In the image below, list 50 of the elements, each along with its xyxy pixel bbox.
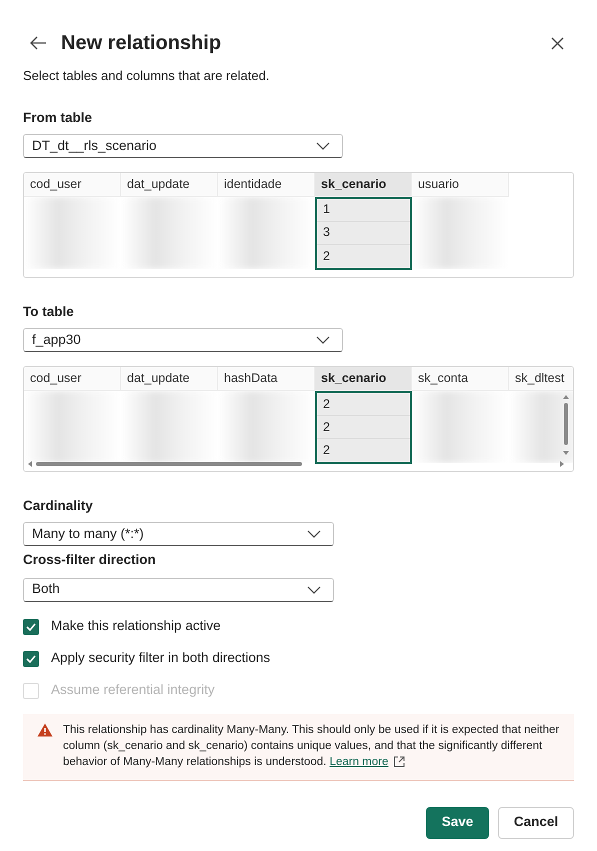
cancel-button[interactable]: Cancel bbox=[498, 806, 574, 838]
checkmark-icon bbox=[26, 654, 36, 662]
chevron-down-icon bbox=[307, 530, 321, 538]
external-link-icon bbox=[393, 756, 406, 768]
column-header[interactable]: usuario bbox=[412, 172, 509, 197]
table-cell: 2 bbox=[317, 393, 410, 416]
column-header[interactable]: sk_cenario bbox=[315, 172, 412, 197]
table-cell-text: 2 bbox=[322, 248, 331, 265]
column-header[interactable]: sk_conta bbox=[412, 367, 509, 391]
table-dropdown[interactable]: DT_dt__rls_scenario bbox=[23, 134, 343, 158]
checkbox-option[interactable]: Apply security filter in both directions bbox=[23, 648, 574, 670]
column-header[interactable]: identidade bbox=[218, 172, 315, 197]
field-label: Cross-filter direction bbox=[23, 551, 157, 570]
checkbox-label: Make this relationship active bbox=[51, 617, 221, 636]
column-header[interactable]: cod_user bbox=[24, 172, 121, 197]
column-header[interactable]: hashData bbox=[218, 367, 315, 391]
chevron-down-icon bbox=[316, 336, 330, 344]
checkbox[interactable] bbox=[23, 618, 39, 634]
warning-text: This relationship has cardinality Many-Many. This should only be used if it is expected that neither column (sk_cenario and sk_cenario) contains unique values, and that the significantly different behavior of Many-Many relationships is understood. Learn more bbox=[63, 722, 560, 770]
table-cell: 3 bbox=[317, 222, 410, 245]
column-header[interactable]: dat_update bbox=[121, 367, 218, 391]
dialog-title: New relationship bbox=[61, 31, 222, 56]
checkbox-option[interactable]: Make this relationship active bbox=[23, 616, 574, 638]
table-cell-text: 2 bbox=[322, 442, 331, 460]
chevron-down-icon bbox=[316, 142, 330, 150]
learn-more-link[interactable]: Learn more bbox=[330, 754, 406, 770]
checkbox[interactable] bbox=[23, 650, 39, 666]
back-arrow-icon[interactable] bbox=[29, 36, 47, 50]
checkbox-label: Assume referential integrity bbox=[51, 681, 215, 700]
checkbox-label: Apply security filter in both directions bbox=[51, 649, 270, 668]
checkmark-icon bbox=[26, 622, 36, 630]
horizontal-scrollbar[interactable] bbox=[26, 459, 566, 469]
field-label: From table bbox=[23, 108, 94, 126]
vertical-scrollbar[interactable] bbox=[561, 393, 571, 457]
field-label: Cardinality bbox=[23, 497, 94, 515]
chevron-down-icon bbox=[307, 586, 321, 594]
column-header[interactable]: sk_cenario bbox=[315, 367, 412, 391]
field-label: To table bbox=[23, 302, 75, 321]
save-button[interactable]: Save bbox=[426, 806, 489, 838]
column-header[interactable]: dat_update bbox=[121, 172, 218, 197]
cardinality-dropdown[interactable]: Many to many (*:*) bbox=[23, 522, 334, 546]
cross-filter-dropdown[interactable]: Both bbox=[23, 578, 334, 602]
table-cell: 2 bbox=[317, 416, 410, 439]
table-dropdown[interactable]: f_app30 bbox=[23, 328, 343, 352]
column-header[interactable]: cod_user bbox=[24, 367, 121, 391]
close-icon[interactable] bbox=[551, 36, 564, 50]
table-cell: 1 bbox=[317, 198, 410, 222]
column-header[interactable]: sk_dltest bbox=[509, 367, 573, 391]
dialog-subtitle: Select tables and columns that are related. bbox=[23, 67, 270, 85]
warning-icon bbox=[37, 722, 53, 736]
